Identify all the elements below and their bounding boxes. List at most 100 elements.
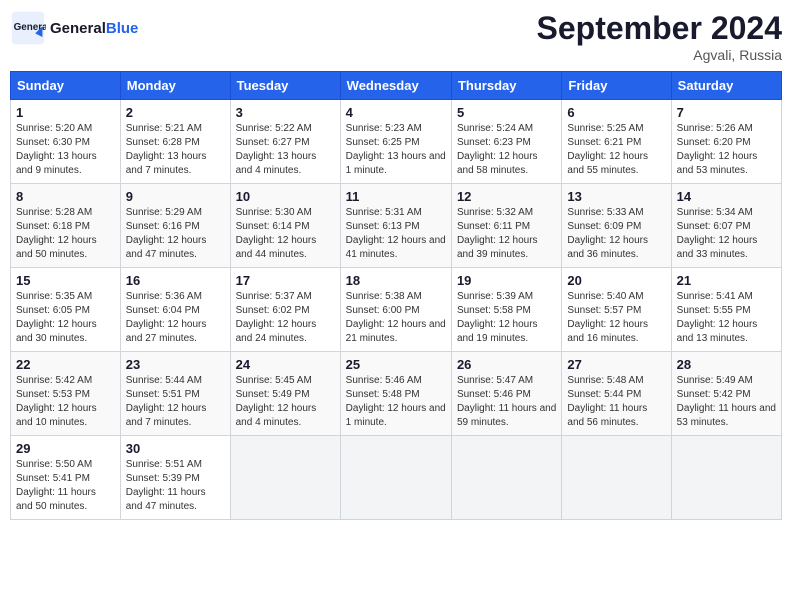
daylight-text: Daylight: 12 hours and 16 minutes. (567, 319, 648, 344)
calendar-cell: 14Sunrise: 5:34 AMSunset: 6:07 PMDayligh… (671, 184, 781, 268)
day-info: Sunrise: 5:39 AM Sunset: 5:58 PM Daylight:… (457, 290, 556, 346)
day-info: Sunrise: 5:40 AMSunset: 5:57 PMDaylight:… (567, 290, 665, 346)
calendar-cell: 8 Sunrise: 5:28 AM Sunset: 6:18 PM Daylight… (11, 184, 121, 268)
weekday-header-row: SundayMondayTuesdayWednesdayThursdayFrid… (11, 72, 782, 100)
day-number: 30 (126, 441, 225, 456)
weekday-header-sunday: Sunday (11, 72, 121, 100)
sunrise-text: Sunrise: 5:48 AM (567, 375, 643, 386)
day-info: Sunrise: 5:34 AM Sunset: 6:07 PM Daylight:… (677, 206, 776, 262)
daylight-text: Daylight: 12 hours and 10 minutes. (16, 403, 97, 428)
sunrise-text: Sunrise: 5:41 AM (677, 291, 753, 302)
sunset-text: Sunset: 6:27 PM (236, 137, 310, 148)
sunrise-text: Sunrise: 5:28 AM (16, 207, 92, 218)
logo-text: GeneralBlue (50, 20, 138, 37)
day-info: Sunrise: 5:44 AMSunset: 5:51 PMDaylight:… (126, 374, 225, 430)
sunrise-text: Sunrise: 5:42 AM (16, 375, 92, 386)
sunset-text: Sunset: 6:20 PM (677, 137, 751, 148)
calendar-cell: 4Sunrise: 5:23 AMSunset: 6:25 PMDaylight… (340, 100, 451, 184)
day-info: Sunrise: 5:49 AMSunset: 5:42 PMDaylight:… (677, 374, 776, 430)
day-info: Sunrise: 5:24 AMSunset: 6:23 PMDaylight:… (457, 122, 556, 178)
sunset-text: Sunset: 6:25 PM (346, 137, 420, 148)
calendar-week-2: 8 Sunrise: 5:28 AM Sunset: 6:18 PM Daylight… (11, 184, 782, 268)
daylight-text: Daylight: 12 hours and 1 minute. (346, 403, 446, 428)
sunrise-text: Sunrise: 5:26 AM (677, 123, 753, 134)
daylight-text: Daylight: 12 hours and 44 minutes. (236, 235, 317, 260)
calendar-week-5: 29Sunrise: 5:50 AMSunset: 5:41 PMDayligh… (11, 436, 782, 520)
daylight-text: Daylight: 12 hours and 30 minutes. (16, 319, 97, 344)
day-info: Sunrise: 5:26 AMSunset: 6:20 PMDaylight:… (677, 122, 776, 178)
day-info: Sunrise: 5:31 AMSunset: 6:13 PMDaylight:… (346, 206, 446, 262)
calendar-cell: 28 Sunrise: 5:49 AMSunset: 5:42 PMDayligh… (671, 352, 781, 436)
sunset-text: Sunset: 6:07 PM (677, 221, 751, 232)
daylight-text: Daylight: 12 hours and 19 minutes. (457, 319, 538, 344)
calendar-cell: 12 Sunrise: 5:32 AMSunset: 6:11 PMDayligh… (451, 184, 561, 268)
day-info: Sunrise: 5:32 AMSunset: 6:11 PMDaylight:… (457, 206, 556, 262)
calendar-cell (671, 436, 781, 520)
weekday-header-friday: Friday (562, 72, 671, 100)
calendar-cell: 9Sunrise: 5:29 AMSunset: 6:16 PMDaylight… (120, 184, 230, 268)
daylight-text: Daylight: 12 hours and 39 minutes. (457, 235, 538, 260)
day-number: 20 (567, 273, 665, 288)
sunrise-text: Sunrise: 5:33 AM (567, 207, 643, 218)
day-info: Sunrise: 5:46 AMSunset: 5:48 PMDaylight:… (346, 374, 446, 430)
weekday-header-tuesday: Tuesday (230, 72, 340, 100)
day-info: Sunrise: 5:41 AMSunset: 5:55 PMDaylight:… (677, 290, 776, 346)
day-info: Sunrise: 5:28 AM Sunset: 6:18 PM Daylight:… (16, 206, 115, 262)
calendar-week-3: 15Sunrise: 5:35 AMSunset: 6:05 PMDayligh… (11, 268, 782, 352)
sunrise-text: Sunrise: 5:32 AM (457, 207, 533, 218)
calendar-cell: 30 Sunrise: 5:51 AM Sunset: 5:39 PM Dayligh… (120, 436, 230, 520)
sunset-text: Sunset: 6:18 PM (16, 221, 90, 232)
day-number: 5 (457, 105, 556, 120)
daylight-text: Daylight: 13 hours and 7 minutes. (126, 151, 207, 176)
sunset-text: Sunset: 6:16 PM (126, 221, 200, 232)
day-number: 16 (126, 273, 225, 288)
daylight-text: Daylight: 11 hours and 47 minutes. (126, 487, 206, 512)
page-header: General GeneralBlue September 2024 Agval… (10, 10, 782, 63)
day-info: Sunrise: 5:37 AMSunset: 6:02 PMDaylight:… (236, 290, 335, 346)
day-number: 15 (16, 273, 115, 288)
calendar-cell: 29Sunrise: 5:50 AMSunset: 5:41 PMDayligh… (11, 436, 121, 520)
day-number: 7 (677, 105, 776, 120)
sunrise-text: Sunrise: 5:51 AM (126, 459, 202, 470)
calendar-cell: 23Sunrise: 5:44 AMSunset: 5:51 PMDayligh… (120, 352, 230, 436)
sunset-text: Sunset: 5:49 PM (236, 389, 310, 400)
calendar-cell: 27Sunrise: 5:48 AMSunset: 5:44 PMDayligh… (562, 352, 671, 436)
day-info: Sunrise: 5:29 AMSunset: 6:16 PMDaylight:… (126, 206, 225, 262)
daylight-text: Daylight: 12 hours and 33 minutes. (677, 235, 758, 260)
day-number: 3 (236, 105, 335, 120)
sunset-text: Sunset: 5:39 PM (126, 473, 200, 484)
day-number: 28 (677, 357, 776, 372)
day-number: 27 (567, 357, 665, 372)
sunset-text: Sunset: 5:44 PM (567, 389, 641, 400)
day-info: Sunrise: 5:45 AMSunset: 5:49 PMDaylight:… (236, 374, 335, 430)
day-number: 8 (16, 189, 115, 204)
sunset-text: Sunset: 5:46 PM (457, 389, 531, 400)
sunrise-text: Sunrise: 5:30 AM (236, 207, 312, 218)
day-info: Sunrise: 5:48 AMSunset: 5:44 PMDaylight:… (567, 374, 665, 430)
day-info: Sunrise: 5:33 AMSunset: 6:09 PMDaylight:… (567, 206, 665, 262)
day-number: 12 (457, 189, 556, 204)
sunset-text: Sunset: 6:00 PM (346, 305, 420, 316)
sunset-text: Sunset: 6:02 PM (236, 305, 310, 316)
daylight-text: Daylight: 12 hours and 50 minutes. (16, 235, 97, 260)
calendar-cell: 7Sunrise: 5:26 AMSunset: 6:20 PMDaylight… (671, 100, 781, 184)
day-info: Sunrise: 5:50 AMSunset: 5:41 PMDaylight:… (16, 458, 115, 514)
daylight-text: Daylight: 12 hours and 21 minutes. (346, 319, 446, 344)
sunset-text: Sunset: 6:23 PM (457, 137, 531, 148)
sunset-text: Sunset: 6:05 PM (16, 305, 90, 316)
calendar-cell: 22Sunrise: 5:42 AMSunset: 5:53 PMDayligh… (11, 352, 121, 436)
sunset-text: Sunset: 5:58 PM (457, 305, 531, 316)
sunrise-text: Sunrise: 5:38 AM (346, 291, 422, 302)
sunrise-text: Sunrise: 5:34 AM (677, 207, 753, 218)
sunset-text: Sunset: 5:51 PM (126, 389, 200, 400)
sunset-text: Sunset: 6:14 PM (236, 221, 310, 232)
daylight-text: Daylight: 12 hours and 24 minutes. (236, 319, 317, 344)
day-number: 22 (16, 357, 115, 372)
day-number: 11 (346, 189, 446, 204)
daylight-text: Daylight: 12 hours and 4 minutes. (236, 403, 317, 428)
logo-icon: General (10, 10, 46, 46)
sunset-text: Sunset: 6:13 PM (346, 221, 420, 232)
calendar-cell: 26Sunrise: 5:47 AMSunset: 5:46 PMDayligh… (451, 352, 561, 436)
calendar-cell: 15Sunrise: 5:35 AMSunset: 6:05 PMDayligh… (11, 268, 121, 352)
sunrise-text: Sunrise: 5:39 AM (457, 291, 533, 302)
